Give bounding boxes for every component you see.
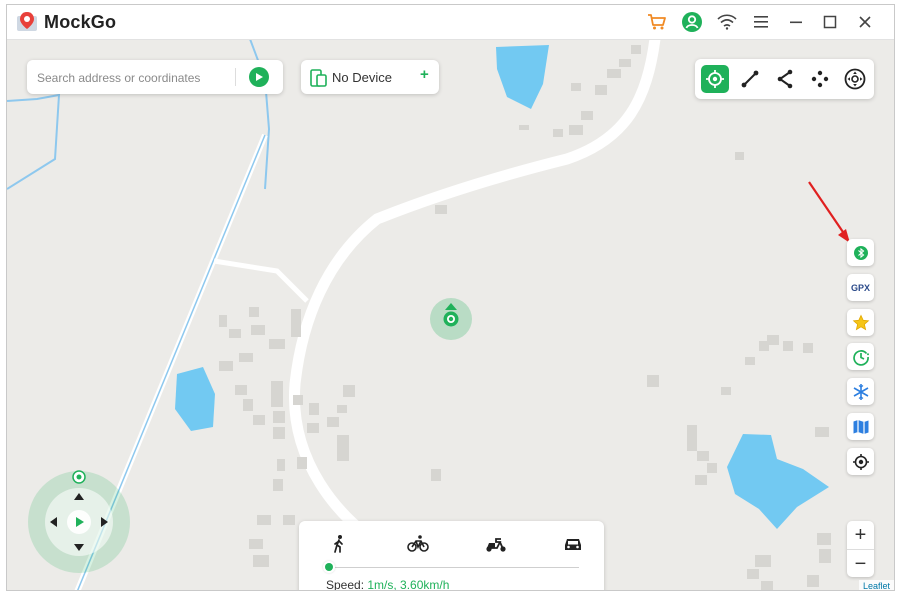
maximize-icon[interactable] <box>818 10 842 34</box>
gpx-label: GPX <box>850 282 870 293</box>
search-go-button[interactable] <box>249 67 269 87</box>
bike-icon[interactable] <box>407 534 429 554</box>
speed-value: 1m/s, 3.60km/h <box>367 578 450 591</box>
speed-slider-thumb[interactable] <box>325 563 333 571</box>
speed-slider-track <box>329 567 579 568</box>
car-icon[interactable] <box>562 534 584 554</box>
search-input[interactable] <box>35 60 237 96</box>
menu-icon[interactable] <box>749 10 773 34</box>
search-panel <box>27 60 283 96</box>
history-icon[interactable] <box>847 343 874 370</box>
minimize-icon[interactable] <box>784 10 808 34</box>
mode-toolbar <box>695 59 874 99</box>
joystick-mode-icon[interactable] <box>841 65 869 93</box>
app-title: MockGo <box>44 12 117 32</box>
freeze-icon[interactable] <box>847 378 874 405</box>
leaflet-attribution-link[interactable]: Leaflet <box>858 580 894 590</box>
speed-label: Speed: <box>326 578 368 591</box>
speed-readout: Speed: 1m/s, 3.60km/h <box>326 578 450 591</box>
joystick[interactable] <box>27 470 131 574</box>
favorites-icon[interactable] <box>847 309 874 336</box>
joystick-handle-icon[interactable] <box>72 470 86 484</box>
two-spot-mode-icon[interactable] <box>736 65 764 93</box>
bluetooth-icon[interactable] <box>847 239 874 266</box>
scooter-icon[interactable] <box>484 534 508 554</box>
app-logo-icon <box>17 12 37 31</box>
close-icon[interactable] <box>853 10 877 34</box>
device-icon <box>310 69 327 87</box>
wifi-icon[interactable] <box>715 10 739 34</box>
play-arrow-icon <box>256 73 263 81</box>
app-window: MockGo Search address or coordinates No … <box>6 4 895 591</box>
device-panel[interactable]: No Device + <box>301 60 439 94</box>
cart-icon[interactable] <box>645 10 669 34</box>
zoom-control: + − <box>847 521 874 577</box>
teleport-mode-icon[interactable] <box>701 65 729 93</box>
map-icon[interactable] <box>847 413 874 440</box>
locate-icon[interactable] <box>847 448 874 475</box>
speed-slider[interactable] <box>325 563 579 572</box>
jump-teleport-icon[interactable] <box>806 65 834 93</box>
zoom-out-button[interactable]: − <box>847 550 874 578</box>
multi-spot-mode-icon[interactable] <box>771 65 799 93</box>
speed-panel: Speed: 1m/s, 3.60km/h <box>299 521 604 591</box>
walk-icon[interactable] <box>329 534 349 554</box>
gpx-icon[interactable]: GPX <box>847 274 874 301</box>
map-canvas <box>7 39 894 590</box>
map-area[interactable]: No Device + GPX <box>7 39 894 591</box>
zoom-in-button[interactable]: + <box>847 521 874 550</box>
title-bar: MockGo <box>7 5 894 40</box>
search-divider <box>235 68 236 86</box>
user-icon[interactable] <box>680 10 704 34</box>
device-label: No Device <box>332 70 392 85</box>
add-device-button[interactable]: + <box>420 66 429 83</box>
